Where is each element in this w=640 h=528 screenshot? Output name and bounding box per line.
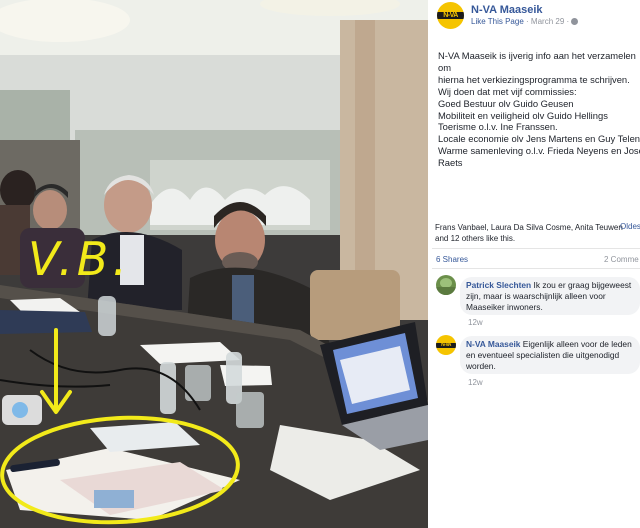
post-photo[interactable]: V.B. — [0, 0, 428, 528]
commenter-avatar[interactable]: N-VA — [436, 335, 456, 355]
page-avatar[interactable]: N-VA — [437, 2, 464, 29]
globe-icon — [571, 18, 579, 25]
page-logo-text: N-VA — [441, 342, 451, 349]
annotation-text: V.B. — [28, 232, 131, 286]
shares-count[interactable]: 6 Shares — [436, 255, 468, 264]
commenter-avatar[interactable] — [436, 275, 456, 295]
meta-separator: · — [566, 17, 570, 26]
older-link[interactable]: Oldes — [620, 222, 640, 231]
divider — [432, 268, 640, 269]
post-panel: N-VA N-VA Maaseik Like This Page · March… — [428, 0, 640, 528]
post-text: N-VA Maaseik is ijverig info aan het ver… — [438, 50, 640, 169]
comment-bubble: Patrick Slechten Ik zou er graag bijgewe… — [460, 277, 640, 315]
comment-author[interactable]: Patrick Slechten — [466, 280, 531, 290]
page-logo-text: N-VA — [443, 11, 458, 19]
comment-bubble: N-VA Maaseik Eigenlijk alleen voor de le… — [460, 336, 640, 374]
meta-separator: · — [526, 17, 529, 26]
likers-text[interactable]: Frans Vanbael, Laura Da Silva Cosme, Ani… — [435, 222, 635, 244]
page-name-link[interactable]: N-VA Maaseik — [471, 4, 543, 16]
comment-author[interactable]: N-VA Maaseik — [466, 339, 520, 349]
comments-count[interactable]: 2 Comme — [604, 255, 639, 264]
post-meta: Like This Page · March 29 · — [471, 17, 579, 26]
like-page-link[interactable]: Like This Page — [471, 17, 524, 26]
divider — [432, 248, 640, 249]
post-date[interactable]: March 29 — [531, 17, 564, 26]
comment-time[interactable]: 12w — [468, 378, 483, 387]
comment-time[interactable]: 12w — [468, 318, 483, 327]
